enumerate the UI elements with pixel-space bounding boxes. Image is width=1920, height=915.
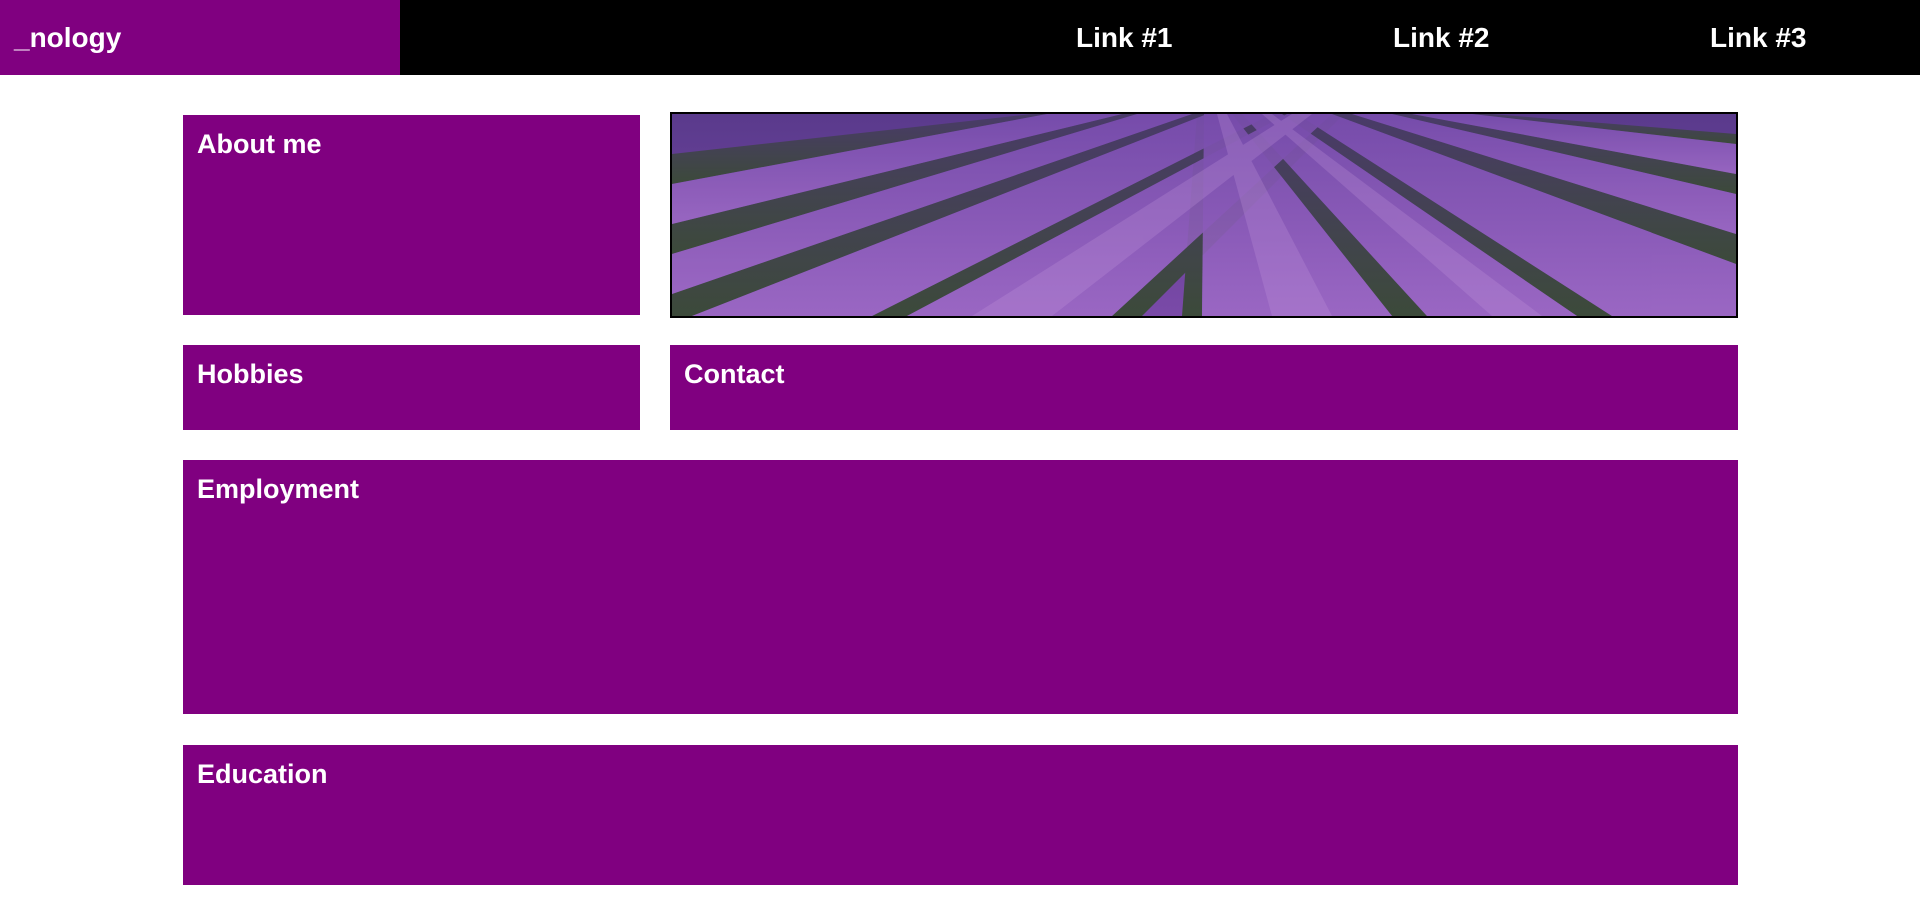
about-section: About me (183, 115, 640, 315)
contact-section: Contact (670, 345, 1738, 430)
nav-link-2[interactable]: Link #2 (1393, 0, 1489, 75)
education-heading: Education (197, 759, 328, 789)
nav-link-1[interactable]: Link #1 (1076, 0, 1172, 75)
lavender-field-image (672, 114, 1736, 316)
hobbies-heading: Hobbies (197, 359, 304, 389)
about-heading: About me (197, 129, 322, 159)
hobbies-section: Hobbies (183, 345, 640, 430)
brand-logo[interactable]: _nology (0, 0, 400, 75)
employment-heading: Employment (197, 474, 360, 504)
nav-link-3[interactable]: Link #3 (1710, 0, 1806, 75)
hero-image (670, 112, 1738, 318)
education-section: Education (183, 745, 1738, 885)
contact-heading: Contact (684, 359, 785, 389)
employment-section: Employment (183, 460, 1738, 714)
navbar: _nology Link #1 Link #2 Link #3 (0, 0, 1920, 75)
